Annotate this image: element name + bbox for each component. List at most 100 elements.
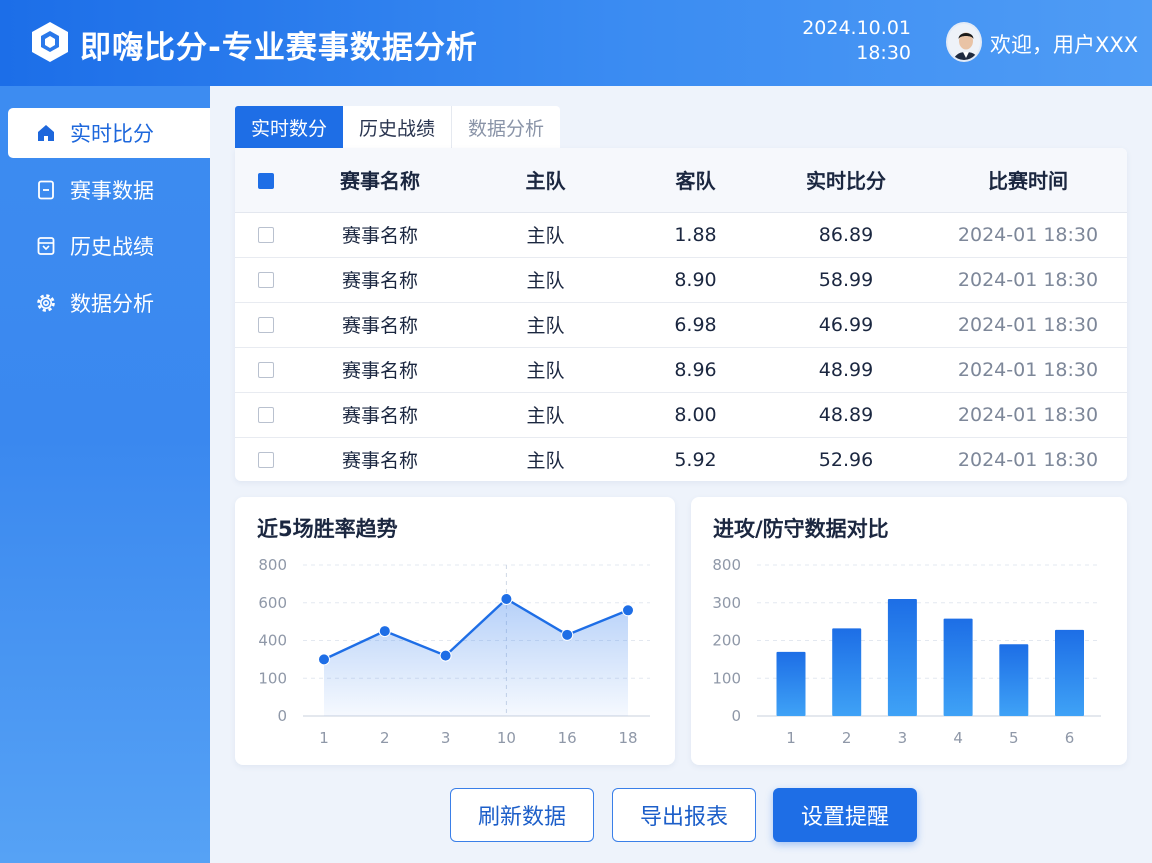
table-row[interactable]: 赛事名称 主队 8.90 58.99 2024-01 18:30 [235,257,1127,303]
y-tick-label: 800 [258,556,287,574]
avatar[interactable] [946,22,982,62]
data-point [622,604,634,617]
cell-home: 主队 [463,302,628,348]
cell-time: 2024-01 18:30 [929,392,1127,438]
row-checkbox[interactable] [258,452,274,469]
top-header: 即嗨比分-专业赛事数据分析 2024.10.01 18:30 欢迎，用户XXX [0,0,1152,86]
row-checkbox[interactable] [258,317,274,333]
datetime: 2024.10.01 18:30 [802,16,911,66]
tab-live-score[interactable]: 实时数分 [235,106,344,148]
series-area [324,598,628,716]
home-icon [35,122,57,144]
tab-analysis[interactable]: 数据分析 [451,106,560,148]
x-tick-label: 6 [1065,729,1075,747]
cell-event: 赛事名称 [297,302,463,348]
cell-time: 2024-01 18:30 [957,448,1099,471]
cell-away: 8.00 [628,392,763,438]
x-tick-label: 1 [786,729,796,747]
y-tick-label: 100 [258,669,287,687]
bar [776,651,806,716]
tab-bar: 实时数分 历史战绩 数据分析 [235,106,561,148]
cell-time: 2024-01 18:30 [929,302,1127,348]
sidebar-item-label: 数据分析 [70,292,154,316]
cell-home: 主队 [463,212,628,258]
app-logo-icon [32,22,68,62]
row-checkbox[interactable] [258,272,274,288]
data-point [318,653,330,666]
cell-time: 2024-01 18:30 [929,212,1127,258]
win-rate-chart-title: 近5场胜率趋势 [257,517,398,541]
current-time: 18:30 [856,42,911,64]
row-checkbox[interactable] [258,407,274,423]
attack-defense-chart-card: 0 100 200 300 800 1 2 3 4 5 6 进攻/防守数据对比 [691,497,1127,765]
welcome-text: 欢迎，用户XXX [990,33,1139,57]
cell-score: 86.89 [763,212,929,258]
user-avatar-icon [948,24,980,60]
y-tick-label: 800 [712,556,741,574]
column-header-away[interactable]: 客队 [628,148,763,213]
export-report-button[interactable]: 导出报表 [612,788,756,842]
cell-score: 58.99 [763,257,929,303]
column-header-score[interactable]: 实时比分 [763,148,929,213]
x-tick-label: 2 [842,729,852,747]
match-table: 赛事名称 主队 客队 实时比分 比赛时间 赛事名称 主队 1.88 86.89 … [235,148,1127,481]
x-tick-label: 5 [1009,729,1019,747]
sidebar: 实时比分 赛事数据 历史战绩 数据分析 [0,86,210,863]
sidebar-item-live-score[interactable]: 实时比分 [8,108,210,158]
set-reminder-button[interactable]: 设置提醒 [773,788,917,842]
cell-score: 48.89 [763,392,929,438]
tab-history[interactable]: 历史战绩 [343,106,451,148]
archive-icon [35,235,57,257]
table-row[interactable]: 赛事名称 主队 6.98 46.99 2024-01 18:30 [235,302,1127,348]
y-tick-label: 0 [277,707,287,725]
x-tick-label: 1 [319,729,329,747]
y-tick-label: 200 [712,632,741,650]
cell-home: 主队 [526,450,565,473]
y-tick-label: 0 [731,707,741,725]
select-all-checkbox[interactable] [258,173,274,190]
column-header-time[interactable]: 比赛时间 [929,148,1127,213]
table-row[interactable]: 赛事名称 主队 8.96 48.99 2024-01 18:30 [235,347,1127,393]
bar [832,628,862,716]
data-point [378,625,391,638]
cell-away: 1.88 [628,212,763,258]
row-checkbox[interactable] [258,227,274,243]
cell-event: 赛事名称 [297,347,463,393]
column-header-event[interactable]: 赛事名称 [297,148,463,213]
app-title: 即嗨比分-专业赛事数据分析 [80,30,478,66]
table-row[interactable]: 赛事名称 主队 5.92 52.96 2024-01 18:30 [235,437,1127,481]
match-table-card: 赛事名称 主队 客队 实时比分 比赛时间 赛事名称 主队 1.88 86.89 … [235,148,1127,481]
sidebar-item-history[interactable]: 历史战绩 [8,221,210,271]
refresh-data-button[interactable]: 刷新数据 [450,788,594,842]
column-header-home[interactable]: 主队 [463,148,628,213]
y-tick-label: 400 [258,632,287,650]
bar [943,618,973,716]
cell-away: 8.96 [628,347,763,393]
cell-away: 6.98 [628,302,763,348]
data-point [439,649,452,662]
sidebar-item-match-data[interactable]: 赛事数据 [8,165,210,215]
cell-time: 2024-01 18:30 [929,257,1127,303]
sidebar-item-analysis[interactable]: 数据分析 [8,278,210,328]
x-tick-label: 2 [380,729,390,747]
attack-defense-chart-title: 进攻/防守数据对比 [713,517,889,541]
data-point [500,592,513,605]
document-icon [35,179,57,201]
y-tick-label: 100 [712,669,741,687]
cell-time: 2024-01 18:30 [929,347,1127,393]
table-row[interactable]: 赛事名称 主队 8.00 48.89 2024-01 18:30 [235,392,1127,438]
row-checkbox[interactable] [258,362,274,378]
sidebar-item-label: 实时比分 [70,122,154,146]
cell-home: 主队 [463,347,628,393]
bar [999,644,1029,716]
win-rate-chart-card: 0 100 400 600 800 1 2 3 10 16 18 近5场胜率趋势 [235,497,675,765]
table-row[interactable]: 赛事名称 主队 1.88 86.89 2024-01 18:30 [235,212,1127,258]
cell-away: 5.92 [674,448,717,471]
cell-event: 赛事名称 [297,257,463,303]
x-tick-label: 3 [441,729,451,747]
x-tick-label: 16 [558,729,577,747]
cell-event: 赛事名称 [297,212,463,258]
cell-away: 8.90 [628,257,763,303]
sidebar-item-label: 历史战绩 [70,235,154,259]
x-tick-label: 3 [898,729,908,747]
